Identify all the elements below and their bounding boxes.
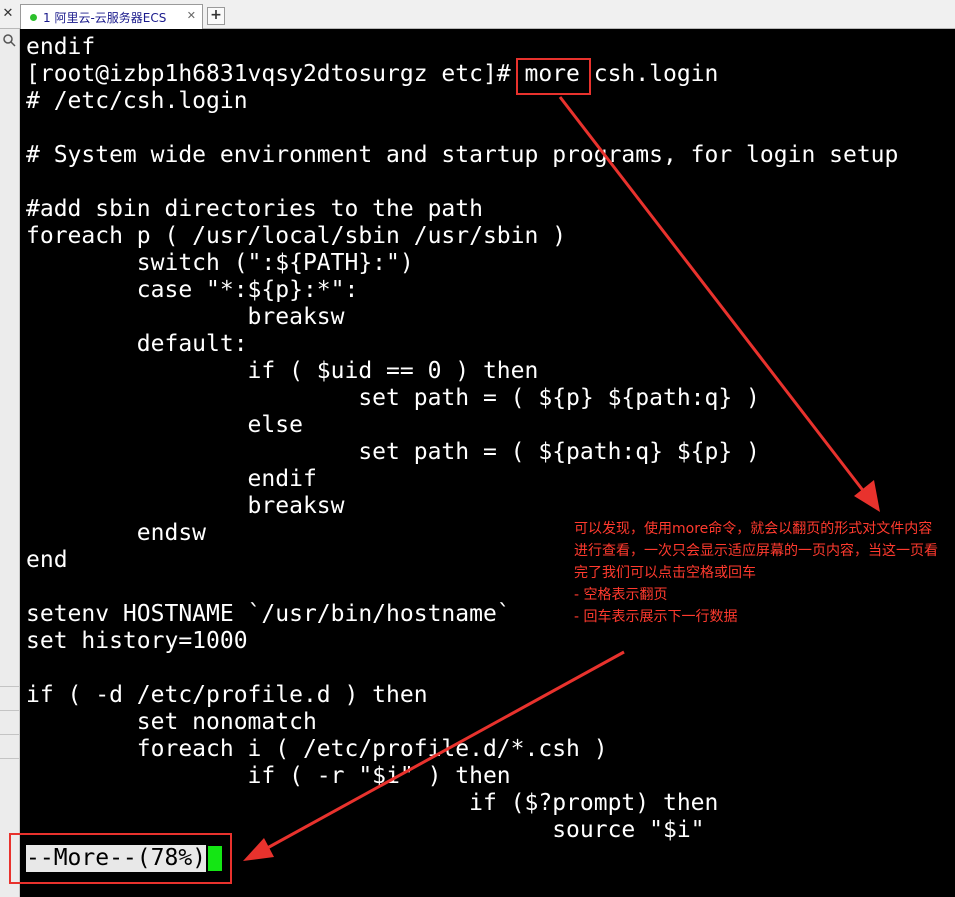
- terminal-line: set path = ( ${p} ${path:q} ): [26, 385, 760, 411]
- side-panel: [0, 29, 20, 897]
- terminal-line: else: [26, 412, 303, 438]
- highlight-box-more-command: [516, 58, 591, 95]
- connection-status-dot-icon: [30, 14, 37, 21]
- terminal-line: if ($?prompt) then: [26, 790, 719, 816]
- search-icon[interactable]: [3, 34, 16, 51]
- terminal-line: case "*:${p}:*":: [26, 277, 359, 303]
- terminal-line: switch (":${PATH}:"): [26, 250, 414, 276]
- terminal-line: breaksw: [26, 493, 345, 519]
- annotation-line: 可以发现，使用more命令，就会以翻页的形式对文件内容进行查看，一次只会显示适应…: [574, 521, 938, 581]
- tab-close-icon[interactable]: ✕: [187, 9, 196, 22]
- terminal-view[interactable]: endif [root@izbp1h6831vqsy2dtosurgz etc]#…: [20, 29, 955, 897]
- highlight-box-more-prompt: [9, 833, 232, 884]
- terminal-line: foreach i ( /etc/profile.d/*.csh ): [26, 736, 608, 762]
- session-tab-label: 1 阿里云-云服务器ECS: [43, 11, 167, 25]
- terminal-line: endif: [26, 466, 317, 492]
- terminal-line: #add sbin directories to the path: [26, 196, 483, 222]
- terminal-line: breaksw: [26, 304, 345, 330]
- terminal-line: [root@izbp1h6831vqsy2dtosurgz etc]# more…: [26, 61, 719, 87]
- annotation-line: - 回车表示展示下一行数据: [574, 609, 738, 625]
- terminal-line: if ( -r "$i" ) then: [26, 763, 511, 789]
- terminal-line: set path = ( ${path:q} ${p} ): [26, 439, 760, 465]
- terminal-line: if ( -d /etc/profile.d ) then: [26, 682, 428, 708]
- terminal-line: foreach p ( /usr/local/sbin /usr/sbin ): [26, 223, 567, 249]
- terminal-line: default:: [26, 331, 248, 357]
- tab-bar: ✕ 1 阿里云-云服务器ECS ✕ +: [0, 0, 955, 29]
- new-tab-button[interactable]: +: [207, 7, 225, 25]
- terminal-line: endif: [26, 34, 96, 60]
- terminal-line: set nonomatch: [26, 709, 317, 735]
- terminal-line: if ( $uid == 0 ) then: [26, 358, 539, 384]
- terminal-output: endif [root@izbp1h6831vqsy2dtosurgz etc]#…: [26, 34, 898, 844]
- annotation-note: 可以发现，使用more命令，就会以翻页的形式对文件内容进行查看，一次只会显示适应…: [574, 518, 944, 628]
- annotation-line: - 空格表示翻页: [574, 587, 668, 603]
- divider: [0, 686, 19, 687]
- divider: [0, 758, 19, 759]
- terminal-line: # System wide environment and startup pr…: [26, 142, 899, 168]
- terminal-line: # /etc/csh.login: [26, 88, 248, 114]
- divider: [0, 734, 19, 735]
- divider: [0, 710, 19, 711]
- session-tab[interactable]: 1 阿里云-云服务器ECS ✕: [20, 4, 203, 29]
- close-all-tabs-button[interactable]: ✕: [0, 4, 16, 24]
- terminal-line: set history=1000: [26, 628, 248, 654]
